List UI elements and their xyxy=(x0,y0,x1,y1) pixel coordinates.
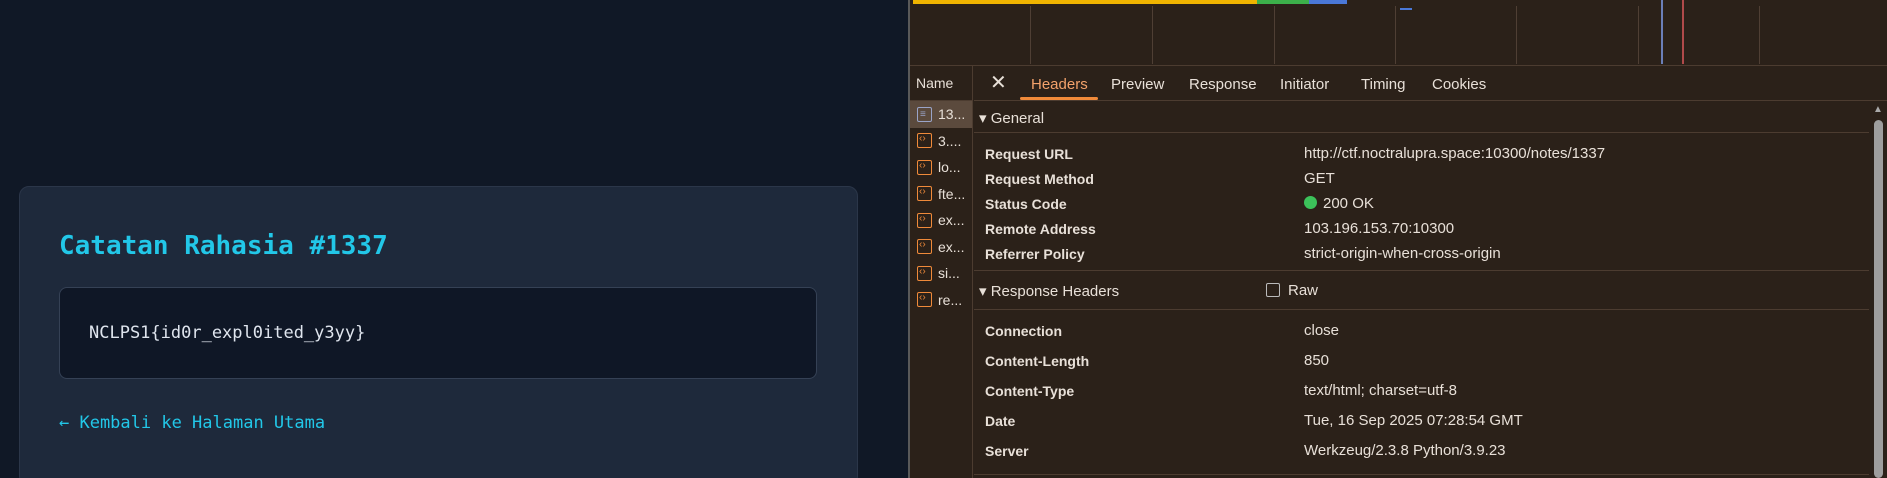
server-key: Server xyxy=(985,443,1029,459)
request-name: ex... xyxy=(938,238,965,255)
request-method-value: GET xyxy=(1304,170,1335,187)
general-section-header[interactable]: ▾ General xyxy=(979,109,1044,127)
response-headers-section-header[interactable]: ▾ Response Headers xyxy=(979,282,1119,300)
timeline-gridline xyxy=(1516,6,1517,64)
section-divider xyxy=(974,474,1869,475)
timeline-gridline xyxy=(1274,6,1275,64)
timeline-load-marker xyxy=(1682,0,1684,64)
server-value: Werkzeug/2.3.8 Python/3.9.23 xyxy=(1304,442,1506,459)
active-tab-indicator xyxy=(1020,97,1098,100)
script-icon xyxy=(917,211,932,228)
network-timeline[interactable] xyxy=(910,0,1887,66)
web-page: Catatan Rahasia #1337 NCLPS1{id0r_expl0i… xyxy=(0,0,908,478)
timeline-gridline xyxy=(1152,6,1153,64)
date-value: Tue, 16 Sep 2025 07:28:54 GMT xyxy=(1304,412,1523,429)
request-row[interactable]: 3.... xyxy=(910,128,972,155)
request-name: lo... xyxy=(938,159,961,176)
request-name: 13... xyxy=(938,106,966,123)
content-type-key: Content-Type xyxy=(985,383,1075,399)
request-name: fte... xyxy=(938,185,966,202)
page-title: Catatan Rahasia #1337 xyxy=(59,231,388,261)
script-icon xyxy=(917,131,932,149)
referrer-policy-value: strict-origin-when-cross-origin xyxy=(1304,245,1501,262)
timeline-dom-marker xyxy=(1661,0,1663,64)
request-row[interactable]: 13... xyxy=(910,101,972,128)
content-length-key: Content-Length xyxy=(985,353,1090,369)
timeline-bar-small xyxy=(1400,8,1412,10)
request-url-key: Request URL xyxy=(985,146,1073,162)
script-icon xyxy=(917,237,932,255)
referrer-policy-key: Referrer Policy xyxy=(985,246,1085,262)
timeline-bar-download xyxy=(1257,0,1309,4)
back-link[interactable]: ← Kembali ke Halaman Utama xyxy=(59,413,325,433)
details-scrollbar[interactable]: ▲ xyxy=(1870,102,1886,478)
timeline-gridline xyxy=(1759,6,1760,64)
note-box: NCLPS1{id0r_expl0ited_y3yy} xyxy=(59,287,817,379)
request-row[interactable]: fte... xyxy=(910,181,972,208)
request-row[interactable]: ex... xyxy=(910,234,972,261)
script-icon xyxy=(917,290,932,308)
request-row[interactable]: si... xyxy=(910,260,972,287)
connection-value: close xyxy=(1304,322,1340,339)
note-content: NCLPS1{id0r_expl0ited_y3yy} xyxy=(89,323,366,343)
request-row[interactable]: ex... xyxy=(910,207,972,234)
script-icon xyxy=(917,264,932,281)
details-tabbar: ✕ Headers Preview Response Initiator Tim… xyxy=(974,66,1887,101)
timeline-gridline xyxy=(1638,6,1639,64)
section-divider xyxy=(974,309,1869,310)
devtools-panel: Name 13... 3.... lo... fte... ex... ex... si..… xyxy=(908,0,1887,478)
request-name: si... xyxy=(938,265,960,282)
section-divider xyxy=(974,132,1869,133)
raw-checkbox[interactable] xyxy=(1266,283,1280,297)
request-name: re... xyxy=(938,291,963,308)
script-icon xyxy=(917,158,932,175)
tab-timing[interactable]: Timing xyxy=(1361,76,1405,93)
raw-label: Raw xyxy=(1288,282,1319,299)
request-list: Name 13... 3.... lo... fte... ex... ex... si..… xyxy=(910,66,973,478)
tab-cookies[interactable]: Cookies xyxy=(1432,76,1486,93)
content-type-value: text/html; charset=utf-8 xyxy=(1304,382,1457,399)
raw-toggle[interactable]: Raw xyxy=(1266,282,1318,299)
status-code-key: Status Code xyxy=(985,196,1067,212)
remote-address-key: Remote Address xyxy=(985,221,1096,237)
tab-response[interactable]: Response xyxy=(1189,76,1257,93)
status-ok-icon xyxy=(1304,196,1317,209)
scroll-up-icon[interactable]: ▲ xyxy=(1873,104,1883,115)
request-row[interactable]: re... xyxy=(910,287,972,314)
request-url-value: http://ctf.noctralupra.space:10300/notes… xyxy=(1304,145,1606,162)
timeline-gridline xyxy=(1395,6,1396,64)
request-method-key: Request Method xyxy=(985,171,1094,187)
request-name: ex... xyxy=(938,212,965,229)
status-code-text: 200 OK xyxy=(1323,195,1374,212)
script-icon xyxy=(917,184,932,202)
timeline-gridline xyxy=(1030,6,1031,64)
tab-preview[interactable]: Preview xyxy=(1111,76,1164,93)
connection-key: Connection xyxy=(985,323,1062,339)
status-code-value: 200 OK xyxy=(1304,195,1374,212)
content-length-value: 850 xyxy=(1304,352,1330,369)
document-icon xyxy=(917,106,932,122)
date-key: Date xyxy=(985,413,1016,429)
tab-headers[interactable]: Headers xyxy=(1031,76,1088,93)
close-icon[interactable]: ✕ xyxy=(990,70,1007,95)
remote-address-value: 103.196.153.70:10300 xyxy=(1304,220,1455,237)
request-name: 3.... xyxy=(938,132,962,149)
scrollbar-thumb[interactable] xyxy=(1874,120,1883,478)
timeline-bar-other xyxy=(1309,0,1347,4)
tab-initiator[interactable]: Initiator xyxy=(1280,76,1329,93)
name-column-header[interactable]: Name xyxy=(910,66,972,101)
section-divider xyxy=(974,270,1869,271)
request-details: ✕ Headers Preview Response Initiator Tim… xyxy=(974,66,1887,478)
note-card: Catatan Rahasia #1337 NCLPS1{id0r_expl0i… xyxy=(19,186,858,478)
request-row[interactable]: lo... xyxy=(910,154,972,181)
timeline-bar-waiting xyxy=(913,0,1257,4)
